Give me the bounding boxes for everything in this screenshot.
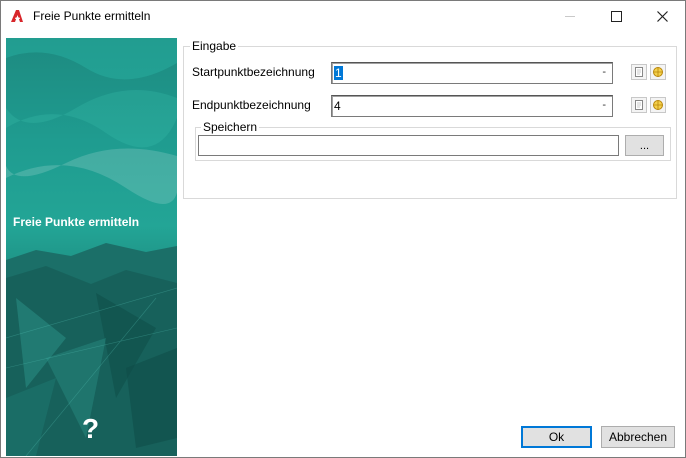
end-point-field-frame bbox=[332, 96, 612, 116]
select-end-point-button[interactable] bbox=[650, 97, 666, 113]
ok-button[interactable]: Ok bbox=[521, 426, 592, 448]
start-point-label: Startpunktbezeichnung bbox=[192, 65, 315, 79]
cancel-button[interactable]: Abbrechen bbox=[601, 426, 675, 448]
end-point-label: Endpunktbezeichnung bbox=[192, 98, 311, 112]
select-point-button[interactable] bbox=[650, 64, 666, 80]
autocad-a-icon bbox=[11, 10, 23, 22]
end-point-combobox[interactable]: 4 - bbox=[331, 95, 613, 117]
start-point-value: 1 bbox=[334, 66, 343, 80]
close-icon bbox=[656, 10, 668, 22]
save-path-input[interactable] bbox=[198, 135, 619, 156]
title-bar: Freie Punkte ermitteln bbox=[1, 1, 685, 31]
minimize-icon bbox=[565, 15, 575, 17]
end-point-value: 4 bbox=[334, 99, 341, 113]
start-point-combobox[interactable]: 1 - bbox=[331, 62, 613, 84]
document-icon bbox=[635, 100, 643, 110]
minimize-button[interactable] bbox=[547, 1, 593, 31]
eingabe-legend: Eingabe bbox=[190, 39, 239, 53]
pick-point-button[interactable] bbox=[631, 64, 647, 80]
close-button[interactable] bbox=[639, 1, 685, 31]
window-title: Freie Punkte ermitteln bbox=[33, 9, 151, 23]
dialog-window: Freie Punkte ermitteln Freie Punkte ermi… bbox=[0, 0, 686, 458]
start-point-field-frame bbox=[332, 63, 612, 83]
maximize-button[interactable] bbox=[593, 1, 639, 31]
chevron-down-icon: - bbox=[602, 66, 606, 78]
banner-title: Freie Punkte ermitteln bbox=[13, 215, 140, 229]
side-banner: Freie Punkte ermitteln ? bbox=[6, 38, 177, 456]
target-icon bbox=[653, 100, 663, 110]
target-icon bbox=[653, 67, 663, 77]
speichern-legend: Speichern bbox=[201, 120, 260, 134]
document-icon bbox=[635, 67, 643, 77]
maximize-icon bbox=[610, 10, 622, 22]
pick-end-point-button[interactable] bbox=[631, 97, 647, 113]
help-icon[interactable]: ? bbox=[82, 414, 99, 444]
chevron-down-icon: - bbox=[602, 99, 606, 111]
landscape-image bbox=[6, 38, 177, 456]
browse-button[interactable]: ... bbox=[625, 135, 664, 156]
